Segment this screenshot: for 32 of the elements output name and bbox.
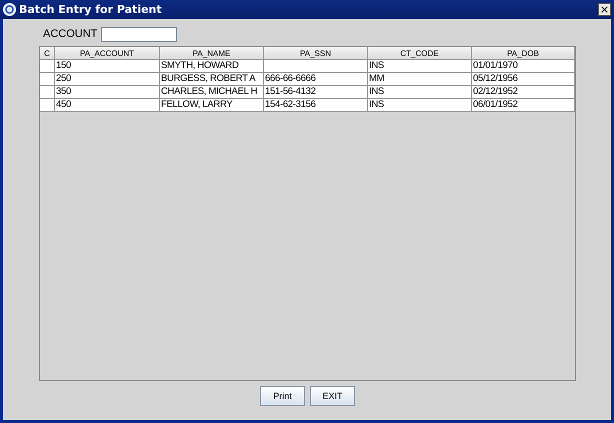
account-field[interactable] [101,26,178,42]
table-cell: 151-56-4132 [264,86,368,99]
table-cell: CHARLES, MICHAEL H [160,86,264,99]
account-label: ACCOUNT [43,28,98,40]
table-cell: INS [368,99,472,112]
table-cell: 06/01/1952 [472,99,575,112]
window-title: Batch Entry for Patient [19,3,163,16]
exit-button[interactable]: EXIT [310,386,355,406]
table-cell: 250 [55,73,160,86]
column-header[interactable]: PA_SSN [264,47,368,60]
print-button[interactable]: Print [260,386,305,406]
table-cell: 150 [55,60,160,73]
column-header[interactable]: PA_ACCOUNT [55,47,160,60]
column-header[interactable]: PA_DOB [472,47,575,60]
app-icon [3,3,16,16]
table-cell: 01/01/1970 [472,60,575,73]
close-button[interactable]: × [598,3,611,16]
column-header[interactable]: CT_CODE [368,47,472,60]
table-cell: INS [368,86,472,99]
table-cell: FELLOW, LARRY [160,99,264,112]
table-cell: 350 [55,86,160,99]
column-header[interactable]: PA_NAME [160,47,264,60]
table-cell: SMYTH, HOWARD [160,60,264,73]
table-cell: MM [368,73,472,86]
table-cell: 05/12/1956 [472,73,575,86]
table-cell: 666-66-6666 [264,73,368,86]
column-header[interactable]: C [40,47,55,60]
table-cell: INS [368,60,472,73]
table-cell: 154-62-3156 [264,99,368,112]
table-cell: BURGESS, ROBERT A [160,73,264,86]
table-cell: 02/12/1952 [472,86,575,99]
table-cell: 450 [55,99,160,112]
